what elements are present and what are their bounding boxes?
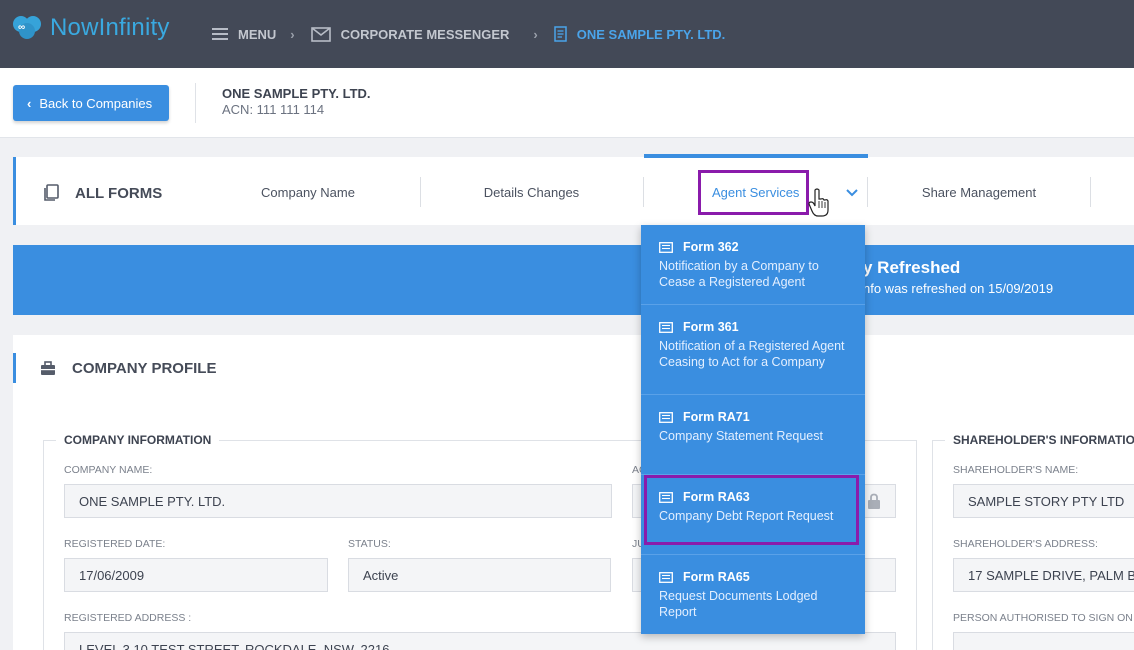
company-name-field[interactable]: ONE SAMPLE PTY. LTD. — [64, 484, 612, 518]
dropdown-divider — [641, 554, 865, 555]
company-information-legend: COMPANY INFORMATION — [56, 433, 220, 447]
banner-title: y Refreshed — [863, 258, 961, 277]
envelope-icon — [310, 26, 331, 42]
logo-mark-icon: ∞ — [12, 14, 48, 42]
back-button-label: Back to Companies — [39, 95, 153, 111]
dropdown-item-title: Form RA65 — [683, 570, 750, 584]
highlight-box — [644, 475, 859, 545]
company-profile-heading: COMPANY PROFILE — [13, 353, 216, 383]
company-name-heading: ONE SAMPLE PTY. LTD. — [222, 86, 371, 101]
breadcrumb-menu[interactable]: MENU — [212, 27, 276, 42]
banner-subtitle: nfo was refreshed on 15/09/2019 — [863, 281, 1054, 296]
registered-address-label: REGISTERED ADDRESS : — [64, 612, 192, 624]
logo-text: NowInfinity — [50, 14, 170, 41]
company-profile-section: COMPANY PROFILE COMPANY INFORMATION COMP… — [13, 335, 1134, 650]
dropdown-item-description: Company Statement Request — [659, 429, 823, 443]
dropdown-item-form-361[interactable]: Form 361 Notification of a Registered Ag… — [641, 320, 865, 370]
company-profile-title: COMPANY PROFILE — [72, 359, 217, 377]
person-authorised-label: PERSON AUTHORISED TO SIGN ON S — [953, 612, 1134, 624]
dropdown-item-form-ra65[interactable]: Form RA65 Request Documents Lodged Repor… — [641, 570, 865, 620]
back-to-companies-button[interactable]: ‹ Back to Companies — [13, 85, 169, 121]
dropdown-item-form-ra71[interactable]: Form RA71 Company Statement Request — [641, 410, 865, 444]
all-forms-label: ALL FORMS — [75, 184, 163, 202]
breadcrumb-corporate-messenger[interactable]: CORPORATE MESSENGER — [310, 26, 510, 42]
nowinfinity-logo[interactable]: ∞ NowInfinity — [12, 14, 170, 42]
dropdown-item-title: Form RA71 — [683, 410, 750, 424]
tab-share-management[interactable]: Share Management — [868, 177, 1090, 207]
agent-services-dropdown: Form 362 Notification by a Company to Ce… — [641, 225, 865, 634]
registered-date-label: REGISTERED DATE: — [64, 538, 166, 550]
shareholder-name-field[interactable]: SAMPLE STORY PTY LTD — [953, 484, 1134, 518]
chevron-down-icon[interactable] — [846, 185, 858, 200]
breadcrumb-menu-label: MENU — [238, 26, 277, 42]
tab-details-changes-label: Details Changes — [483, 184, 580, 200]
forms-copy-icon — [43, 184, 59, 202]
registered-address-field[interactable]: LEVEL 3 10 TEST STREET, ROCKDALE, NSW, 2… — [64, 632, 896, 650]
chevron-right-icon: › — [290, 26, 295, 42]
dropdown-item-description: Request Documents Lodged Report — [659, 589, 818, 619]
tab-company-name-label: Company Name — [261, 184, 355, 200]
form-document-icon — [659, 411, 673, 423]
shareholder-address-label: SHAREHOLDER'S ADDRESS: — [953, 538, 1098, 550]
shareholder-information-fieldset: SHAREHOLDER'S INFORMATION SHAREHOLDER'S … — [932, 433, 1134, 650]
dropdown-divider — [641, 394, 865, 395]
forms-tab-bar: ALL FORMS Company Name Details Changes A… — [13, 154, 1134, 225]
form-document-icon — [659, 571, 673, 583]
tab-company-name[interactable]: Company Name — [196, 177, 420, 207]
form-document-icon — [659, 241, 673, 253]
active-tab-indicator — [644, 154, 868, 158]
all-forms-title: ALL FORMS — [43, 184, 162, 202]
top-navigation-bar: ∞ NowInfinity MENU › CORPORATE MESSENGER… — [0, 0, 1134, 68]
header-divider — [195, 83, 196, 123]
registered-date-field[interactable]: 17/06/2009 — [64, 558, 328, 592]
company-header: ‹ Back to Companies ONE SAMPLE PTY. LTD.… — [0, 68, 1134, 138]
person-authorised-field[interactable] — [953, 632, 1134, 650]
refresh-banner: y Refreshed nfo was refreshed on 15/09/2… — [13, 245, 1134, 315]
breadcrumb-company[interactable]: ONE SAMPLE PTY. LTD. — [554, 26, 726, 42]
highlight-box — [698, 170, 809, 215]
company-acn: ACN: 111 111 114 — [222, 102, 325, 117]
hamburger-menu-icon — [212, 27, 228, 41]
breadcrumb-messenger-label: CORPORATE MESSENGER — [340, 26, 510, 42]
dropdown-item-title: Form 361 — [683, 320, 739, 334]
dropdown-item-form-362[interactable]: Form 362 Notification by a Company to Ce… — [641, 240, 865, 290]
dropdown-divider — [641, 304, 865, 305]
dropdown-item-description: Notification of a Registered Agent Ceasi… — [659, 339, 845, 369]
svg-text:∞: ∞ — [18, 22, 25, 33]
company-name-label: COMPANY NAME: — [64, 464, 153, 476]
dropdown-item-description: Notification by a Company to Cease a Reg… — [659, 259, 819, 289]
lock-icon — [867, 493, 881, 512]
tab-share-management-label: Share Management — [921, 184, 1037, 200]
status-label: STATUS: — [348, 538, 391, 550]
hand-cursor-icon — [808, 188, 830, 221]
shareholder-name-label: SHAREHOLDER'S NAME: — [953, 464, 1079, 476]
dropdown-item-title: Form 362 — [683, 240, 739, 254]
breadcrumb: MENU › CORPORATE MESSENGER › ONE SAMPLE … — [212, 0, 725, 68]
shareholder-address-field[interactable]: 17 SAMPLE DRIVE, PALM BEACH — [953, 558, 1134, 592]
document-icon — [554, 26, 567, 42]
briefcase-icon — [40, 360, 56, 376]
tab-separator — [1090, 177, 1091, 207]
status-field[interactable]: Active — [348, 558, 611, 592]
breadcrumb-company-label: ONE SAMPLE PTY. LTD. — [576, 26, 726, 42]
chevron-right-icon: › — [533, 26, 538, 42]
form-document-icon — [659, 321, 673, 333]
chevron-left-icon: ‹ — [27, 95, 32, 111]
shareholder-information-legend: SHAREHOLDER'S INFORMATION — [945, 433, 1134, 447]
tab-details-changes[interactable]: Details Changes — [420, 177, 643, 207]
